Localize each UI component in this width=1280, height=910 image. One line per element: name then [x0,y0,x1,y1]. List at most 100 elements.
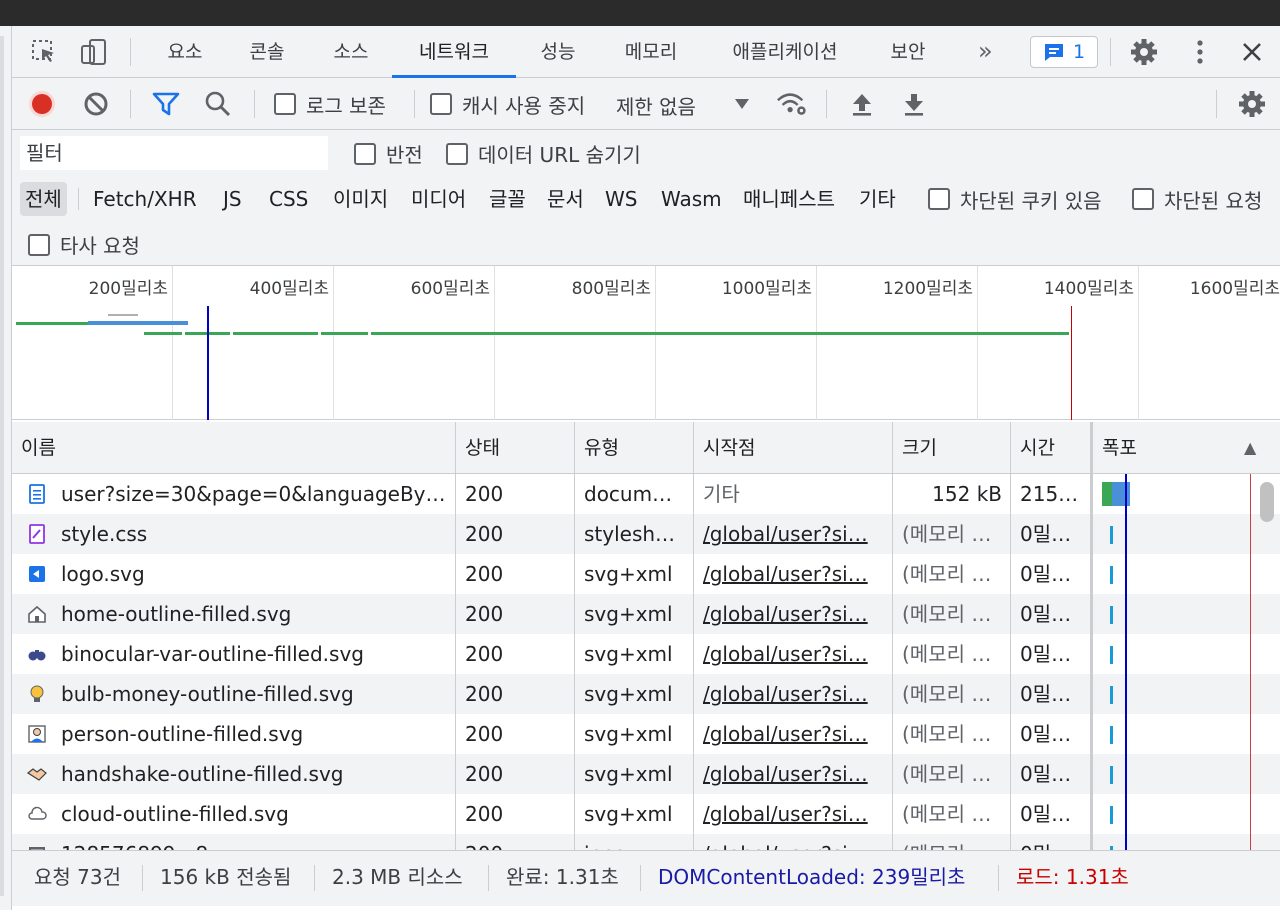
throttling-select[interactable]: 제한 없음 [616,91,696,120]
search-icon[interactable] [202,88,234,120]
type-filter-font[interactable]: 글꼴 [484,182,531,216]
tab-performance[interactable]: 성능 [530,26,586,78]
type-filter-doc[interactable]: 문서 [542,182,589,216]
issues-counter-button[interactable]: 1 [1030,36,1098,68]
type-filter-fetch-xhr[interactable]: Fetch/XHR [88,182,202,216]
cell-name[interactable]: home-outline-filled.svg [12,594,456,634]
cell-name[interactable]: cloud-outline-filled.svg [12,794,456,834]
toolbar-divider [130,38,131,66]
tab-console[interactable]: 콘솔 [238,26,296,78]
type-filter-wasm[interactable]: Wasm [656,182,727,216]
cell-status: 200 [456,794,575,834]
hide-data-urls-checkbox[interactable] [446,143,468,165]
cell-name[interactable]: person-outline-filled.svg [12,714,456,754]
column-header-size[interactable]: 크기 [893,422,1011,474]
dropdown-arrow-icon[interactable] [726,88,758,120]
tab-application[interactable]: 애플리케이션 [718,26,852,78]
cell-initiator[interactable]: /global/user?si… [694,554,893,594]
request-row[interactable]: bulb-money-outline-filled.svg 200 svg+xml /… [12,674,1280,714]
record-button-icon[interactable] [26,88,58,120]
type-filter-css[interactable]: CSS [264,182,313,216]
type-filter-image[interactable]: 이미지 [328,182,393,216]
clear-log-icon[interactable] [80,88,112,120]
request-row[interactable]: home-outline-filled.svg 200 svg+xml/global… [12,594,1280,634]
column-header-time[interactable]: 시간 [1011,422,1091,474]
column-header-name[interactable]: 이름 [12,422,456,474]
cell-initiator: 기타 [694,474,893,514]
blocked-requests-checkbox[interactable] [1132,188,1154,210]
sort-ascending-icon[interactable]: ▲ [1244,422,1256,474]
request-row[interactable]: logo.svg 200 svg+xml/global/user?si… (메모리 …… [12,554,1280,594]
request-row[interactable]: cloud-outline-filled.svg 200 svg+xml/globa… [12,794,1280,834]
more-tabs-chevron[interactable]: » [978,26,993,78]
request-row[interactable]: handshake-outline-filled.svg 200 svg+xml/g… [12,754,1280,794]
cell-waterfall [1091,514,1280,554]
cell-name[interactable]: 128576899…8 [12,834,456,850]
request-row[interactable]: binocular-var-outline-filled.svg 200 svg+x… [12,634,1280,674]
cell-name[interactable]: binocular-var-outline-filled.svg [12,634,456,674]
filter-funnel-icon[interactable] [150,88,182,120]
column-header-status[interactable]: 상태 [456,422,575,474]
export-har-download-icon[interactable] [898,88,930,120]
type-filter-js[interactable]: JS [218,182,247,216]
type-filter-all[interactable]: 전체 [20,182,67,216]
type-filter-manifest[interactable]: 매니페스트 [738,182,840,216]
tab-elements[interactable]: 요소 [156,26,214,78]
toolbar-divider [414,90,415,118]
cell-initiator[interactable]: /global/user?si… [694,634,893,674]
tab-security[interactable]: 보안 [878,26,938,78]
tab-network[interactable]: 네트워크 [392,26,516,78]
third-party-checkbox[interactable] [28,234,50,256]
request-row[interactable]: user?size=30&page=0&languageBy… 200 docum…… [12,474,1280,514]
cell-name[interactable]: handshake-outline-filled.svg [12,754,456,794]
customize-menu-icon[interactable] [1184,36,1216,68]
request-row[interactable]: person-outline-filled.svg 200 svg+xml/glob… [12,714,1280,754]
column-header-initiator[interactable]: 시작점 [694,422,893,474]
type-filter-other[interactable]: 기타 [854,182,901,216]
column-header-type[interactable]: 유형 [575,422,694,474]
cell-type: svg+xml [575,634,694,674]
cell-initiator[interactable]: /global/user?si… [694,834,893,850]
request-row[interactable]: style.css 200 stylesh…/global/user?si… (메모리… [12,514,1280,554]
cell-size: (메모리 … [893,634,1011,674]
invert-checkbox[interactable] [354,143,376,165]
tab-memory[interactable]: 메모리 [612,26,690,78]
tab-sources[interactable]: 소스 [322,26,380,78]
close-icon[interactable] [1236,36,1268,68]
blocked-cookies-checkbox[interactable] [928,188,950,210]
cell-waterfall [1091,554,1280,594]
blocked-cookies-label: 차단된 쿠키 있음 [960,189,1102,213]
settings-gear-icon[interactable] [1128,36,1160,68]
device-toolbar-icon[interactable] [78,36,110,68]
type-filter-ws[interactable]: WS [600,182,642,216]
network-overview-timeline[interactable]: 200밀리초 400밀리초 600밀리초 800밀리초 1000밀리초 1200… [12,266,1280,420]
network-settings-gear-icon[interactable] [1236,88,1268,120]
disable-cache-checkbox[interactable] [430,93,452,115]
toolbar-divider [826,90,827,118]
cell-name[interactable]: style.css [12,514,456,554]
cell-name[interactable]: bulb-money-outline-filled.svg [12,674,456,714]
waterfall-bar [1110,686,1113,704]
cell-initiator[interactable]: /global/user?si… [694,674,893,714]
cell-status: 200 [456,674,575,714]
resources-size: 2.3 MB 리소스 [332,865,463,889]
cell-name[interactable]: logo.svg [12,554,456,594]
cell-status: 200 [456,474,575,514]
cell-size: (메모리 … [893,714,1011,754]
filter-input[interactable] [20,136,328,170]
cell-time: 215… [1011,474,1091,514]
cell-initiator[interactable]: /global/user?si… [694,514,893,554]
cell-initiator[interactable]: /global/user?si… [694,594,893,634]
import-har-upload-icon[interactable] [846,88,878,120]
preserve-log-checkbox[interactable] [274,93,296,115]
inspect-element-icon[interactable] [28,36,60,68]
cell-size: (메모리 … [893,594,1011,634]
network-conditions-icon[interactable] [776,88,808,120]
cell-initiator[interactable]: /global/user?si… [694,794,893,834]
cell-initiator[interactable]: /global/user?si… [694,754,893,794]
cell-name[interactable]: user?size=30&page=0&languageBy… [12,474,456,514]
table-scrollbar-thumb[interactable] [1260,482,1274,522]
cell-initiator[interactable]: /global/user?si… [694,714,893,754]
request-row[interactable]: 128576899…8200jpeg/global/user?si…(메모리 …… [12,834,1280,850]
type-filter-media[interactable]: 미디어 [406,182,471,216]
